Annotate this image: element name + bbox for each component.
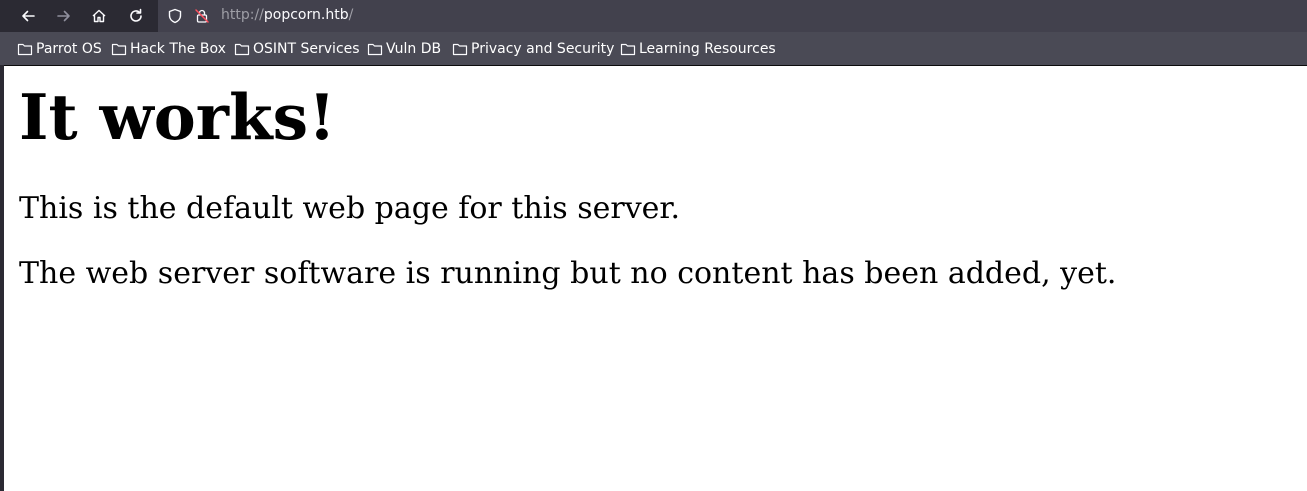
- site-security-button[interactable]: [193, 7, 211, 25]
- back-button[interactable]: [16, 4, 40, 28]
- tracking-protection-button[interactable]: [166, 7, 184, 25]
- insecure-lock-icon: [195, 9, 209, 23]
- bookmark-folder-hack-the-box[interactable]: Hack The Box: [111, 40, 226, 58]
- folder-icon: [234, 43, 250, 56]
- url-protocol: http://: [221, 7, 264, 23]
- window-left-edge: [0, 65, 4, 491]
- bookmark-label: Privacy and Security: [471, 41, 615, 57]
- bookmark-folder-vuln-db[interactable]: Vuln DB: [367, 40, 441, 58]
- forward-button[interactable]: [52, 4, 76, 28]
- bookmark-folder-osint-services[interactable]: OSINT Services: [234, 40, 360, 58]
- folder-icon: [111, 43, 127, 56]
- bookmark-folder-privacy-and-security[interactable]: Privacy and Security: [452, 40, 614, 58]
- folder-icon: [452, 43, 468, 56]
- bookmark-label: OSINT Services: [253, 41, 360, 57]
- arrow-right-icon: [57, 10, 70, 22]
- folder-icon: [17, 43, 33, 56]
- folder-icon: [620, 43, 636, 56]
- shield-icon: [168, 8, 182, 24]
- page-heading: It works!: [19, 80, 336, 154]
- bookmark-label: Parrot OS: [36, 41, 102, 57]
- bookmark-label: Learning Resources: [639, 41, 776, 57]
- arrow-left-icon: [22, 10, 35, 22]
- url-host: popcorn.htb: [263, 7, 349, 23]
- bookmark-folder-learning-resources[interactable]: Learning Resources: [620, 40, 776, 58]
- home-icon: [92, 9, 106, 23]
- bookmarks-toolbar: Parrot OS Hack The Box OSINT Services Vu…: [0, 32, 1307, 66]
- reload-icon: [130, 8, 142, 22]
- paragraph-default-page: This is the default web page for this se…: [19, 191, 680, 226]
- bookmark-label: Hack The Box: [130, 41, 226, 57]
- paragraph-no-content: The web server software is running but n…: [19, 256, 1117, 291]
- bookmark-label: Vuln DB: [386, 41, 442, 57]
- home-button[interactable]: [87, 4, 111, 28]
- folder-icon: [367, 43, 383, 56]
- navigation-toolbar: http://popcorn.htb/: [0, 0, 1307, 32]
- url-text[interactable]: http://popcorn.htb/: [221, 5, 353, 25]
- reload-button[interactable]: [124, 4, 148, 28]
- bookmark-folder-parrot-os[interactable]: Parrot OS: [17, 40, 102, 58]
- url-path: /: [348, 7, 354, 23]
